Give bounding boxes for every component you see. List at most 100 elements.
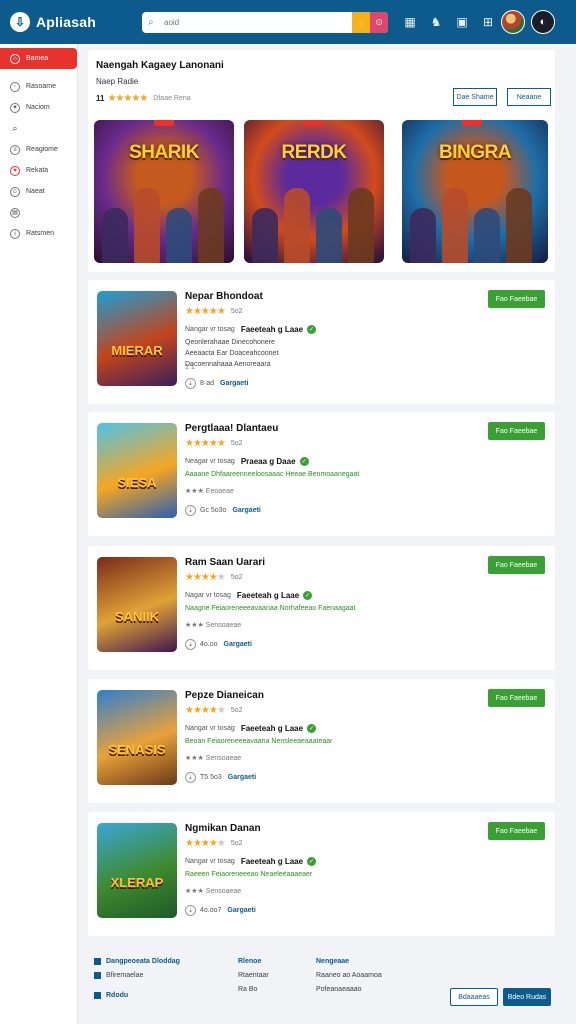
footer-heading: Nengeaae <box>316 957 350 965</box>
developer-name[interactable]: Faeeteah g Laae <box>241 325 303 334</box>
game-thumbnail[interactable]: SIESA <box>97 423 177 518</box>
download-count: Gc 5o3o <box>200 507 227 514</box>
footer-secondary-button[interactable]: Bdaaaeas <box>450 988 498 1006</box>
footer-link[interactable]: Bfiremaelae <box>94 968 180 982</box>
developer-name[interactable]: Faeeteah g Laae <box>241 857 303 866</box>
user-avatar[interactable] <box>501 10 525 34</box>
search-submit-button[interactable]: ⊙ <box>370 12 388 33</box>
install-button[interactable]: Fao Faeebae <box>488 290 545 308</box>
game-description-line: Naagne Feiaoreneeeavaanaa Norhafeeao Fae… <box>185 605 356 612</box>
character-figure <box>102 208 128 263</box>
install-button[interactable]: Fao Faeebae <box>488 822 545 840</box>
list-icon: ▤ <box>10 207 20 218</box>
footer-link[interactable]: Dangpeoeata Dloddag <box>94 954 180 968</box>
game-thumbnail[interactable]: SANIIK <box>97 557 177 652</box>
game-card[interactable]: XLERAP Ngmikan Danan ★★★★★ 5o2 Nangar vr… <box>88 812 555 936</box>
square-icon <box>94 991 101 999</box>
featured-subtitle: Naep Radie <box>96 77 139 86</box>
search-input[interactable] <box>162 12 352 33</box>
search-icon: ⌕ <box>12 123 18 133</box>
game-thumbnail[interactable]: MIERAR <box>97 291 177 386</box>
developer-name[interactable]: Faeeteah g Laae <box>241 724 303 733</box>
game-rating: ★★★★★ 5o2 <box>185 306 243 317</box>
app-name: Apliasah <box>36 14 96 30</box>
category-link[interactable]: Gargaeti <box>228 774 256 781</box>
category-link[interactable]: Gargaeti <box>227 907 255 914</box>
game-thumbnail-title: MIERAR <box>111 343 163 358</box>
sidebar-item-search[interactable]: ⌕ <box>0 118 77 139</box>
game-card[interactable]: MIERAR Nepar Bhondoat ★★★★★ 5o2 Nangar v… <box>88 280 555 404</box>
game-footer: ⇣ T5 5o3 Gargaeti <box>185 772 256 783</box>
banner-image[interactable]: BINGRA <box>402 120 548 263</box>
follow-button[interactable]: Neaane <box>507 88 551 106</box>
download-count: 4o.oo <box>200 641 218 648</box>
install-button[interactable]: Fao Faeebae <box>488 422 545 440</box>
game-tagline: 1 1 <box>185 364 195 371</box>
download-count: 4o.oo7 <box>200 907 222 914</box>
game-card[interactable]: SANIIK Ram Saan Uarari ★★★★★ 5o2 Nagar v… <box>88 546 555 670</box>
chat-icon: ≡ <box>10 144 20 155</box>
game-title[interactable]: Ram Saan Uarari <box>185 557 265 568</box>
sidebar-item-discover[interactable]: ◦ Rasoame <box>0 76 77 97</box>
game-meta: Nangar vr tosag Faeeteah g Laae ✓ <box>185 857 317 866</box>
star-rating: ★★★★★ <box>185 705 226 716</box>
download-icon: ⇣ <box>185 639 196 650</box>
banner-tag <box>462 120 482 126</box>
install-button[interactable]: Fao Faeebae <box>488 556 545 574</box>
sidebar-item-home[interactable]: ⌂ Bamea <box>0 48 77 69</box>
banner-image[interactable]: SHARIK <box>94 120 234 263</box>
account-menu-avatar[interactable]: ◐ <box>531 10 555 34</box>
game-meta-text: Neagar vr tosag <box>185 458 235 465</box>
sidebar-item-favorites[interactable]: ♥ Rekata <box>0 160 77 181</box>
game-title[interactable]: Nepar Bhondoat <box>185 291 263 302</box>
sidebar-item-list[interactable]: ▤ <box>0 202 77 223</box>
sidebar-item-profile[interactable]: ☺ Naeat <box>0 181 77 202</box>
game-title[interactable]: Pepze Dianeican <box>185 690 264 701</box>
game-meta-text: Nangar vr tosag <box>185 725 235 732</box>
verified-icon: ✓ <box>303 591 313 600</box>
footer-link[interactable]: Ra Bo <box>238 982 269 996</box>
game-thumbnail[interactable]: XLERAP <box>97 823 177 918</box>
category-link[interactable]: Gargaeti <box>232 507 260 514</box>
apps-icon[interactable]: ⊞ <box>480 13 496 31</box>
download-count: T5 5o3 <box>200 774 222 781</box>
sidebar-item-settings[interactable]: ✦ Naciom <box>0 97 77 118</box>
game-tagline: ★★★ Sensoaeae <box>185 622 242 629</box>
developer-name[interactable]: Praeaa g Daae <box>241 457 296 466</box>
footer: Dangpeoeata Dloddag Bfiremaelae Rdodu Rl… <box>88 944 555 1024</box>
bell-icon[interactable]: ▣ <box>454 13 470 31</box>
category-link[interactable]: Gargaeti <box>220 380 248 387</box>
grid-icon[interactable]: ▦ <box>402 13 418 31</box>
game-title[interactable]: Ngmikan Danan <box>185 823 261 834</box>
sidebar-item-messages[interactable]: ≡ Reagiome <box>0 139 77 160</box>
game-thumbnail[interactable]: SENASIS <box>97 690 177 785</box>
footer-link[interactable]: Pofeanaeaaao <box>316 982 382 996</box>
verified-icon: ✓ <box>307 325 317 334</box>
banner-title: SHARIK <box>129 142 199 163</box>
user-icon: ☺ <box>10 186 20 197</box>
game-meta: Nangar vr tosag Faeeteah g Laae ✓ <box>185 724 317 733</box>
game-card[interactable]: SENASIS Pepze Dianeican ★★★★★ 5o2 Nangar… <box>88 679 555 803</box>
share-button[interactable]: Dae Shame <box>453 88 497 106</box>
footer-link[interactable]: Rtaentaar <box>238 968 269 982</box>
footer-link[interactable]: Raaneo ao Aoaamoa <box>316 968 382 982</box>
developer-name[interactable]: Faeeteah g Laae <box>237 591 299 600</box>
voice-search-button[interactable]: ◌ <box>352 12 370 33</box>
install-button[interactable]: Fao Faeebae <box>488 689 545 707</box>
game-card[interactable]: SIESA Pergtlaaa! Dlantaeu ★★★★★ 5o2 Neag… <box>88 412 555 536</box>
character-figure <box>474 208 500 263</box>
footer-primary-button[interactable]: Bdeo Rudas <box>503 988 551 1006</box>
footer-links-primary: Dangpeoeata Dloddag Bfiremaelae Rdodu <box>94 954 180 1002</box>
banner-image[interactable]: RERDK <box>244 120 384 263</box>
gamepad-icon[interactable]: ♞ <box>428 13 444 31</box>
category-link[interactable]: Gargaeti <box>224 641 252 648</box>
game-thumbnail-title: SIESA <box>117 475 157 490</box>
footer-link[interactable]: Rdodu <box>94 988 180 1002</box>
sidebar-item-info[interactable]: i Ratsmen <box>0 223 77 244</box>
footer-actions: Bdaaaeas Bdeo Rudas <box>450 988 551 1006</box>
brand[interactable]: ⇩ Apliasah <box>10 12 96 32</box>
game-title[interactable]: Pergtlaaa! Dlantaeu <box>185 423 278 434</box>
square-icon <box>94 957 101 965</box>
character-figure <box>316 208 342 263</box>
sidebar-item-label: Naeat <box>26 188 45 195</box>
